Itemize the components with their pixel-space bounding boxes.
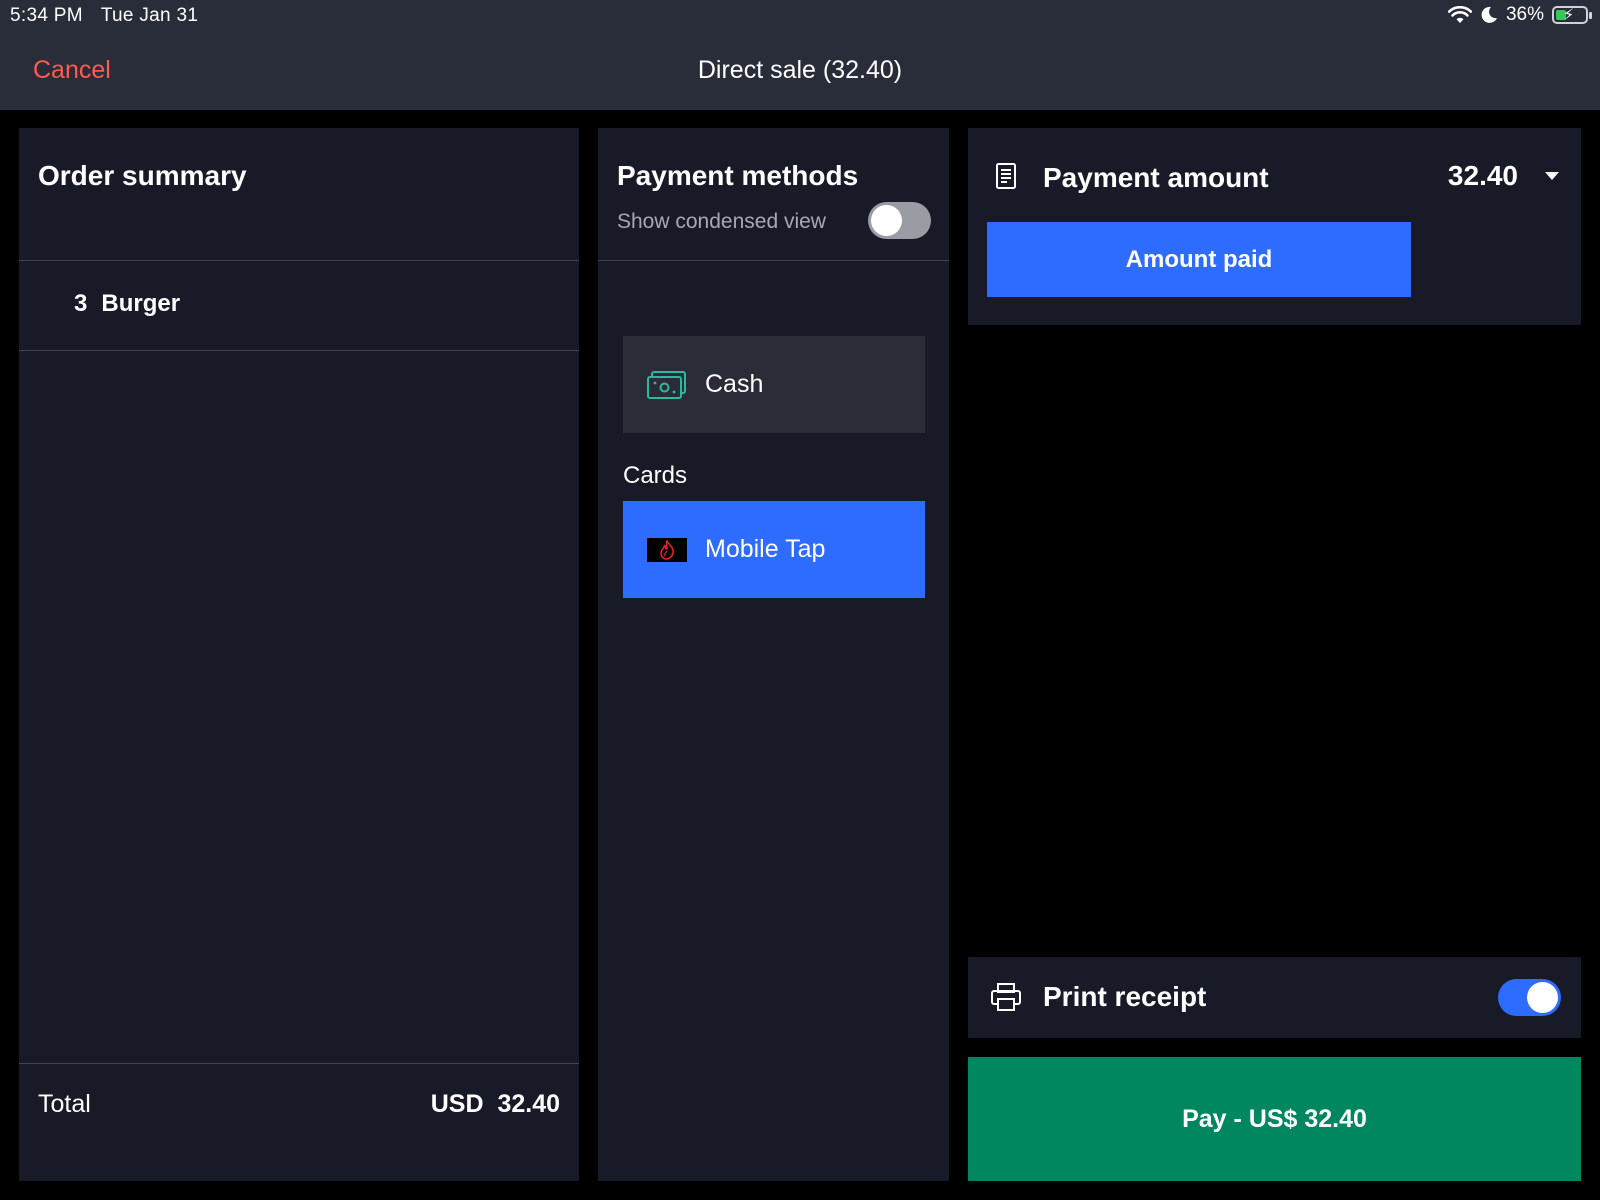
battery-icon: ⚡ xyxy=(1552,6,1592,24)
pay-button[interactable]: Pay - US$ 32.40 xyxy=(968,1057,1581,1181)
printer-icon xyxy=(991,983,1021,1011)
page-title: Direct sale (32.40) xyxy=(697,56,903,84)
total-row: Total USD 32.40 xyxy=(38,1090,560,1119)
battery-percent: 36% xyxy=(1505,4,1544,25)
divider xyxy=(19,1063,579,1064)
flame-logo-icon xyxy=(647,537,687,562)
cash-button[interactable]: Cash xyxy=(623,336,925,433)
cash-icon xyxy=(647,370,686,399)
toggle-knob xyxy=(871,205,902,236)
order-item[interactable]: 3 Burger xyxy=(19,260,579,348)
status-date: Tue Jan 31 xyxy=(100,5,199,26)
receipt-icon xyxy=(996,163,1016,189)
status-bar-left: 5:34 PM Tue Jan 31 xyxy=(10,5,198,27)
order-item-name: Burger xyxy=(101,290,181,317)
payment-methods-title: Payment methods xyxy=(617,160,859,191)
print-receipt-label: Print receipt xyxy=(1043,981,1207,1012)
order-summary-panel: Order summary 3 Burger Total USD 32.40 xyxy=(19,128,579,1181)
condensed-view-label: Show condensed view xyxy=(617,210,826,233)
toggle-knob xyxy=(1527,982,1558,1013)
moon-icon xyxy=(1481,6,1497,23)
mobile-tap-label: Mobile Tap xyxy=(705,535,826,563)
payment-amount-title: Payment amount xyxy=(1043,162,1269,193)
print-receipt-panel: Print receipt xyxy=(968,957,1581,1038)
total-label: Total xyxy=(38,1090,91,1118)
top-bar: 5:34 PM Tue Jan 31 36% ⚡ Cancel Direct s… xyxy=(0,0,1600,110)
payment-methods-panel: Payment methods Show condensed view Cash… xyxy=(598,128,949,1181)
total-currency: USD xyxy=(430,1090,484,1118)
order-summary-title: Order summary xyxy=(38,160,247,191)
mobile-tap-button[interactable]: Mobile Tap xyxy=(623,501,925,598)
print-receipt-toggle[interactable] xyxy=(1498,979,1561,1016)
divider xyxy=(598,260,949,261)
order-item-qty: 3 xyxy=(74,290,88,317)
cards-section-label: Cards xyxy=(623,462,688,489)
status-bar-right: 36% ⚡ xyxy=(1447,4,1592,26)
total-value: 32.40 xyxy=(497,1090,560,1118)
condensed-view-toggle[interactable] xyxy=(868,202,931,239)
total-amount: USD 32.40 xyxy=(431,1090,560,1119)
amount-paid-button[interactable]: Amount paid xyxy=(987,222,1411,297)
charging-bolt-icon: ⚡ xyxy=(1563,7,1575,24)
cash-label: Cash xyxy=(705,370,764,398)
payment-amount-panel: Payment amount 32.40 Amount paid xyxy=(968,128,1581,325)
wifi-icon xyxy=(1447,6,1472,23)
status-time: 5:34 PM xyxy=(10,5,83,26)
chevron-down-icon[interactable] xyxy=(1545,172,1559,180)
divider xyxy=(19,350,579,351)
payment-amount-value: 32.40 xyxy=(1447,160,1518,191)
